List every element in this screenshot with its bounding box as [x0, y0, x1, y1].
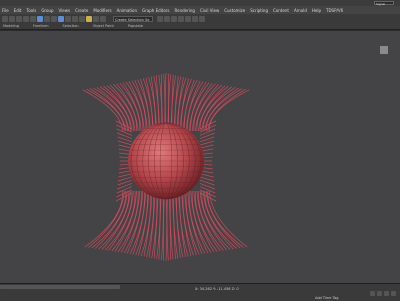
redo-icon[interactable]	[9, 15, 15, 22]
scene-render	[82, 72, 250, 262]
time-slider[interactable]	[0, 285, 120, 289]
render-setup-icon[interactable]	[192, 15, 198, 22]
menu-help[interactable]: Help	[312, 8, 321, 13]
menu-modifiers[interactable]: Modifiers	[93, 8, 111, 13]
perspective-viewport[interactable]	[0, 31, 400, 283]
placement-icon[interactable]	[79, 15, 85, 22]
play-icon[interactable]	[370, 291, 375, 296]
tab-selection[interactable]: Selection	[63, 24, 79, 28]
move-icon[interactable]	[58, 15, 64, 22]
mirror-icon[interactable]	[157, 15, 163, 22]
menu-animation[interactable]: Animation	[117, 8, 137, 13]
zoom-icon[interactable]	[377, 291, 382, 296]
angle-snap-icon[interactable]	[93, 15, 99, 22]
menu-customize[interactable]: Customize	[224, 8, 245, 13]
unlink-icon[interactable]	[23, 15, 29, 22]
pan-icon[interactable]	[391, 291, 396, 296]
menu-tdsp[interactable]: TDSP/V6	[326, 8, 343, 13]
region-icon[interactable]	[51, 15, 57, 22]
menu-civil-view[interactable]: Civil View	[200, 8, 219, 13]
menu-create[interactable]: Create	[75, 8, 88, 13]
viewcube-icon[interactable]	[380, 46, 388, 54]
menu-tools[interactable]: Tools	[26, 8, 36, 13]
render-icon[interactable]	[199, 15, 205, 22]
rotate-icon[interactable]	[65, 15, 71, 22]
menu-content[interactable]: Content	[273, 8, 289, 13]
search-field[interactable]: Signal	[374, 1, 394, 6]
menu-group[interactable]: Group	[41, 8, 53, 13]
tab-populate[interactable]: Populate	[128, 24, 143, 28]
main-toolbar: Create Selection Se	[0, 14, 400, 23]
menu-scripting[interactable]: Scripting	[250, 8, 268, 13]
snap-icon[interactable]	[86, 15, 92, 22]
tab-object-paint[interactable]: Object Paint	[93, 24, 114, 28]
menu-rendering[interactable]: Rendering	[175, 8, 195, 13]
add-time-tag[interactable]: Add Time Tag	[315, 296, 339, 300]
bind-icon[interactable]	[30, 15, 36, 22]
scale-icon[interactable]	[72, 15, 78, 22]
curve-editor-icon[interactable]	[178, 15, 184, 22]
ribbon-tabs: Modeling Freeform Selection Object Paint…	[0, 23, 400, 30]
tab-freeform[interactable]: Freeform	[33, 24, 49, 28]
select-icon[interactable]	[37, 15, 43, 22]
coordinate-readout: X: 34.262 Y: -11.456 Z: 0	[195, 287, 239, 291]
material-editor-icon[interactable]	[185, 15, 191, 22]
orbit-icon[interactable]	[384, 291, 389, 296]
playback-controls	[370, 291, 396, 296]
align-icon[interactable]	[164, 15, 170, 22]
percent-snap-icon[interactable]	[100, 15, 106, 22]
link-icon[interactable]	[16, 15, 22, 22]
select-name-icon[interactable]	[44, 15, 50, 22]
menu-graph-editors[interactable]: Graph Editors	[142, 8, 169, 13]
menu-arnold[interactable]: Arnold	[294, 8, 307, 13]
tab-modeling[interactable]: Modeling	[3, 24, 19, 28]
layers-icon[interactable]	[171, 15, 177, 22]
selection-set-dropdown[interactable]: Create Selection Se	[113, 15, 153, 22]
status-bar: X: 34.262 Y: -11.456 Z: 0 Add Time Tag	[0, 283, 400, 301]
menu-bar: File Edit Tools Group Views Create Modif…	[0, 6, 400, 14]
undo-icon[interactable]	[2, 15, 8, 22]
menu-views[interactable]: Views	[59, 8, 71, 13]
menu-file[interactable]: File	[2, 8, 9, 13]
menu-edit[interactable]: Edit	[14, 8, 22, 13]
